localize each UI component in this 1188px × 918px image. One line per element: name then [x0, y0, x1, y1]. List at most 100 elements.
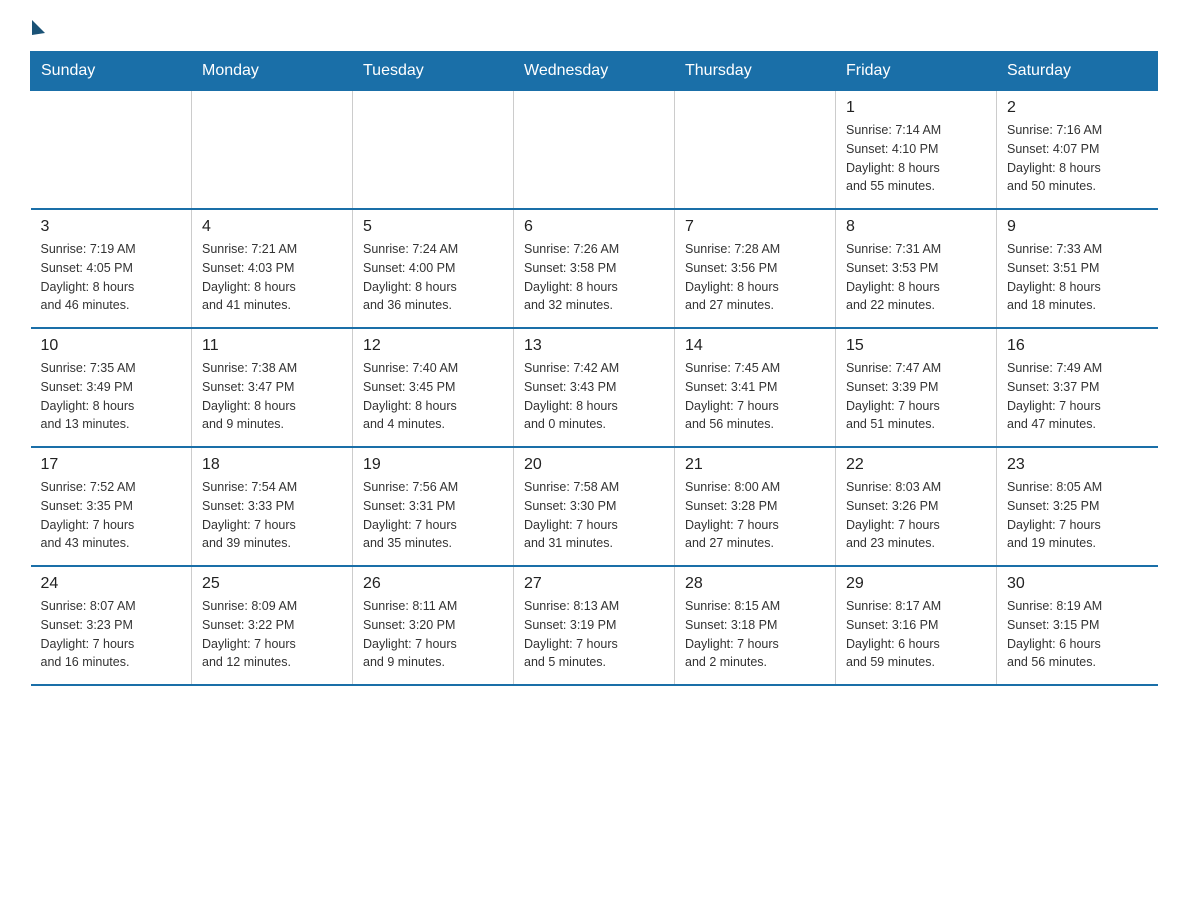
day-info: Sunrise: 7:56 AMSunset: 3:31 PMDaylight:…: [363, 478, 503, 553]
day-info: Sunrise: 7:54 AMSunset: 3:33 PMDaylight:…: [202, 478, 342, 553]
day-number: 5: [363, 218, 503, 236]
calendar-cell: 22Sunrise: 8:03 AMSunset: 3:26 PMDayligh…: [836, 447, 997, 566]
calendar-cell: 1 Sunrise: 7:14 AMSunset: 4:10 PMDaylight…: [836, 91, 997, 210]
day-number: 4: [202, 218, 342, 236]
day-info: Sunrise: 8:00 AMSunset: 3:28 PMDaylight:…: [685, 478, 825, 553]
day-info: Sunrise: 7:33 AMSunset: 3:51 PMDaylight:…: [1007, 240, 1148, 315]
day-info: Sunrise: 7:35 AMSunset: 3:49 PMDaylight:…: [41, 359, 182, 434]
calendar-cell: 3 Sunrise: 7:19 AMSunset: 4:05 PMDaylight…: [31, 209, 192, 328]
calendar-cell: 12 Sunrise: 7:40 AMSunset: 3:45 PMDayligh…: [353, 328, 514, 447]
day-info: Sunrise: 7:31 AMSunset: 3:53 PMDaylight:…: [846, 240, 986, 315]
calendar-table: SundayMondayTuesdayWednesdayThursdayFrid…: [30, 51, 1158, 686]
day-number: 3: [41, 218, 182, 236]
day-info: Sunrise: 8:07 AMSunset: 3:23 PMDaylight:…: [41, 597, 182, 672]
calendar-cell: 30 Sunrise: 8:19 AMSunset: 3:15 PMDayligh…: [997, 566, 1158, 685]
day-info: Sunrise: 8:19 AMSunset: 3:15 PMDaylight:…: [1007, 597, 1148, 672]
calendar-cell: 10 Sunrise: 7:35 AMSunset: 3:49 PMDayligh…: [31, 328, 192, 447]
calendar-cell: 17 Sunrise: 7:52 AMSunset: 3:35 PMDayligh…: [31, 447, 192, 566]
weekday-header-sunday: Sunday: [31, 52, 192, 91]
calendar-cell: 5 Sunrise: 7:24 AMSunset: 4:00 PMDaylight…: [353, 209, 514, 328]
day-info: Sunrise: 7:19 AMSunset: 4:05 PMDaylight:…: [41, 240, 182, 315]
day-info: Sunrise: 7:42 AMSunset: 3:43 PMDaylight:…: [524, 359, 664, 434]
day-number: 14: [685, 337, 825, 355]
day-info: Sunrise: 8:11 AMSunset: 3:20 PMDaylight:…: [363, 597, 503, 672]
calendar-week-row: 24 Sunrise: 8:07 AMSunset: 3:23 PMDayligh…: [31, 566, 1158, 685]
calendar-cell: [353, 91, 514, 210]
calendar-cell: 23 Sunrise: 8:05 AMSunset: 3:25 PMDayligh…: [997, 447, 1158, 566]
day-info: Sunrise: 7:58 AMSunset: 3:30 PMDaylight:…: [524, 478, 664, 553]
day-number: 29: [846, 575, 986, 593]
day-number: 24: [41, 575, 182, 593]
day-info: Sunrise: 8:15 AMSunset: 3:18 PMDaylight:…: [685, 597, 825, 672]
page-header: [30, 20, 1158, 33]
day-number: 6: [524, 218, 664, 236]
day-info: Sunrise: 7:26 AMSunset: 3:58 PMDaylight:…: [524, 240, 664, 315]
day-number: 22: [846, 456, 986, 474]
day-info: Sunrise: 8:05 AMSunset: 3:25 PMDaylight:…: [1007, 478, 1148, 553]
day-number: 12: [363, 337, 503, 355]
day-info: Sunrise: 7:14 AMSunset: 4:10 PMDaylight:…: [846, 121, 986, 196]
day-number: 9: [1007, 218, 1148, 236]
calendar-cell: 14 Sunrise: 7:45 AMSunset: 3:41 PMDayligh…: [675, 328, 836, 447]
day-info: Sunrise: 7:16 AMSunset: 4:07 PMDaylight:…: [1007, 121, 1148, 196]
calendar-cell: 24 Sunrise: 8:07 AMSunset: 3:23 PMDayligh…: [31, 566, 192, 685]
day-info: Sunrise: 7:21 AMSunset: 4:03 PMDaylight:…: [202, 240, 342, 315]
calendar-cell: 16Sunrise: 7:49 AMSunset: 3:37 PMDayligh…: [997, 328, 1158, 447]
calendar-cell: 27 Sunrise: 8:13 AMSunset: 3:19 PMDayligh…: [514, 566, 675, 685]
day-number: 2: [1007, 99, 1148, 117]
calendar-cell: 26 Sunrise: 8:11 AMSunset: 3:20 PMDayligh…: [353, 566, 514, 685]
day-info: Sunrise: 7:47 AMSunset: 3:39 PMDaylight:…: [846, 359, 986, 434]
day-info: Sunrise: 7:49 AMSunset: 3:37 PMDaylight:…: [1007, 359, 1148, 434]
day-number: 1: [846, 99, 986, 117]
logo-triangle-icon: [32, 20, 45, 35]
day-number: 23: [1007, 456, 1148, 474]
calendar-cell: 18 Sunrise: 7:54 AMSunset: 3:33 PMDayligh…: [192, 447, 353, 566]
day-number: 10: [41, 337, 182, 355]
weekday-header-thursday: Thursday: [675, 52, 836, 91]
day-number: 18: [202, 456, 342, 474]
calendar-cell: 6 Sunrise: 7:26 AMSunset: 3:58 PMDaylight…: [514, 209, 675, 328]
calendar-header-row: SundayMondayTuesdayWednesdayThursdayFrid…: [31, 52, 1158, 91]
calendar-cell: 4 Sunrise: 7:21 AMSunset: 4:03 PMDaylight…: [192, 209, 353, 328]
weekday-header-friday: Friday: [836, 52, 997, 91]
calendar-cell: 25Sunrise: 8:09 AMSunset: 3:22 PMDayligh…: [192, 566, 353, 685]
day-number: 13: [524, 337, 664, 355]
day-number: 30: [1007, 575, 1148, 593]
day-number: 8: [846, 218, 986, 236]
calendar-cell: 20 Sunrise: 7:58 AMSunset: 3:30 PMDayligh…: [514, 447, 675, 566]
day-number: 11: [202, 337, 342, 355]
day-number: 26: [363, 575, 503, 593]
day-info: Sunrise: 7:52 AMSunset: 3:35 PMDaylight:…: [41, 478, 182, 553]
day-number: 20: [524, 456, 664, 474]
calendar-cell: [675, 91, 836, 210]
calendar-week-row: 3 Sunrise: 7:19 AMSunset: 4:05 PMDaylight…: [31, 209, 1158, 328]
day-number: 15: [846, 337, 986, 355]
calendar-cell: 29 Sunrise: 8:17 AMSunset: 3:16 PMDayligh…: [836, 566, 997, 685]
calendar-cell: 15 Sunrise: 7:47 AMSunset: 3:39 PMDayligh…: [836, 328, 997, 447]
calendar-cell: 19 Sunrise: 7:56 AMSunset: 3:31 PMDayligh…: [353, 447, 514, 566]
calendar-cell: 28 Sunrise: 8:15 AMSunset: 3:18 PMDayligh…: [675, 566, 836, 685]
calendar-cell: 21 Sunrise: 8:00 AMSunset: 3:28 PMDayligh…: [675, 447, 836, 566]
calendar-cell: [514, 91, 675, 210]
day-number: 21: [685, 456, 825, 474]
day-info: Sunrise: 7:28 AMSunset: 3:56 PMDaylight:…: [685, 240, 825, 315]
calendar-cell: 2 Sunrise: 7:16 AMSunset: 4:07 PMDaylight…: [997, 91, 1158, 210]
calendar-cell: 9 Sunrise: 7:33 AMSunset: 3:51 PMDaylight…: [997, 209, 1158, 328]
day-number: 17: [41, 456, 182, 474]
calendar-cell: 11 Sunrise: 7:38 AMSunset: 3:47 PMDayligh…: [192, 328, 353, 447]
weekday-header-saturday: Saturday: [997, 52, 1158, 91]
weekday-header-tuesday: Tuesday: [353, 52, 514, 91]
calendar-week-row: 10 Sunrise: 7:35 AMSunset: 3:49 PMDayligh…: [31, 328, 1158, 447]
calendar-cell: 8 Sunrise: 7:31 AMSunset: 3:53 PMDaylight…: [836, 209, 997, 328]
calendar-cell: [192, 91, 353, 210]
day-number: 27: [524, 575, 664, 593]
day-info: Sunrise: 7:40 AMSunset: 3:45 PMDaylight:…: [363, 359, 503, 434]
calendar-week-row: 17 Sunrise: 7:52 AMSunset: 3:35 PMDayligh…: [31, 447, 1158, 566]
day-info: Sunrise: 7:38 AMSunset: 3:47 PMDaylight:…: [202, 359, 342, 434]
day-number: 19: [363, 456, 503, 474]
day-info: Sunrise: 7:45 AMSunset: 3:41 PMDaylight:…: [685, 359, 825, 434]
day-info: Sunrise: 8:13 AMSunset: 3:19 PMDaylight:…: [524, 597, 664, 672]
day-info: Sunrise: 8:17 AMSunset: 3:16 PMDaylight:…: [846, 597, 986, 672]
day-info: Sunrise: 7:24 AMSunset: 4:00 PMDaylight:…: [363, 240, 503, 315]
day-number: 28: [685, 575, 825, 593]
